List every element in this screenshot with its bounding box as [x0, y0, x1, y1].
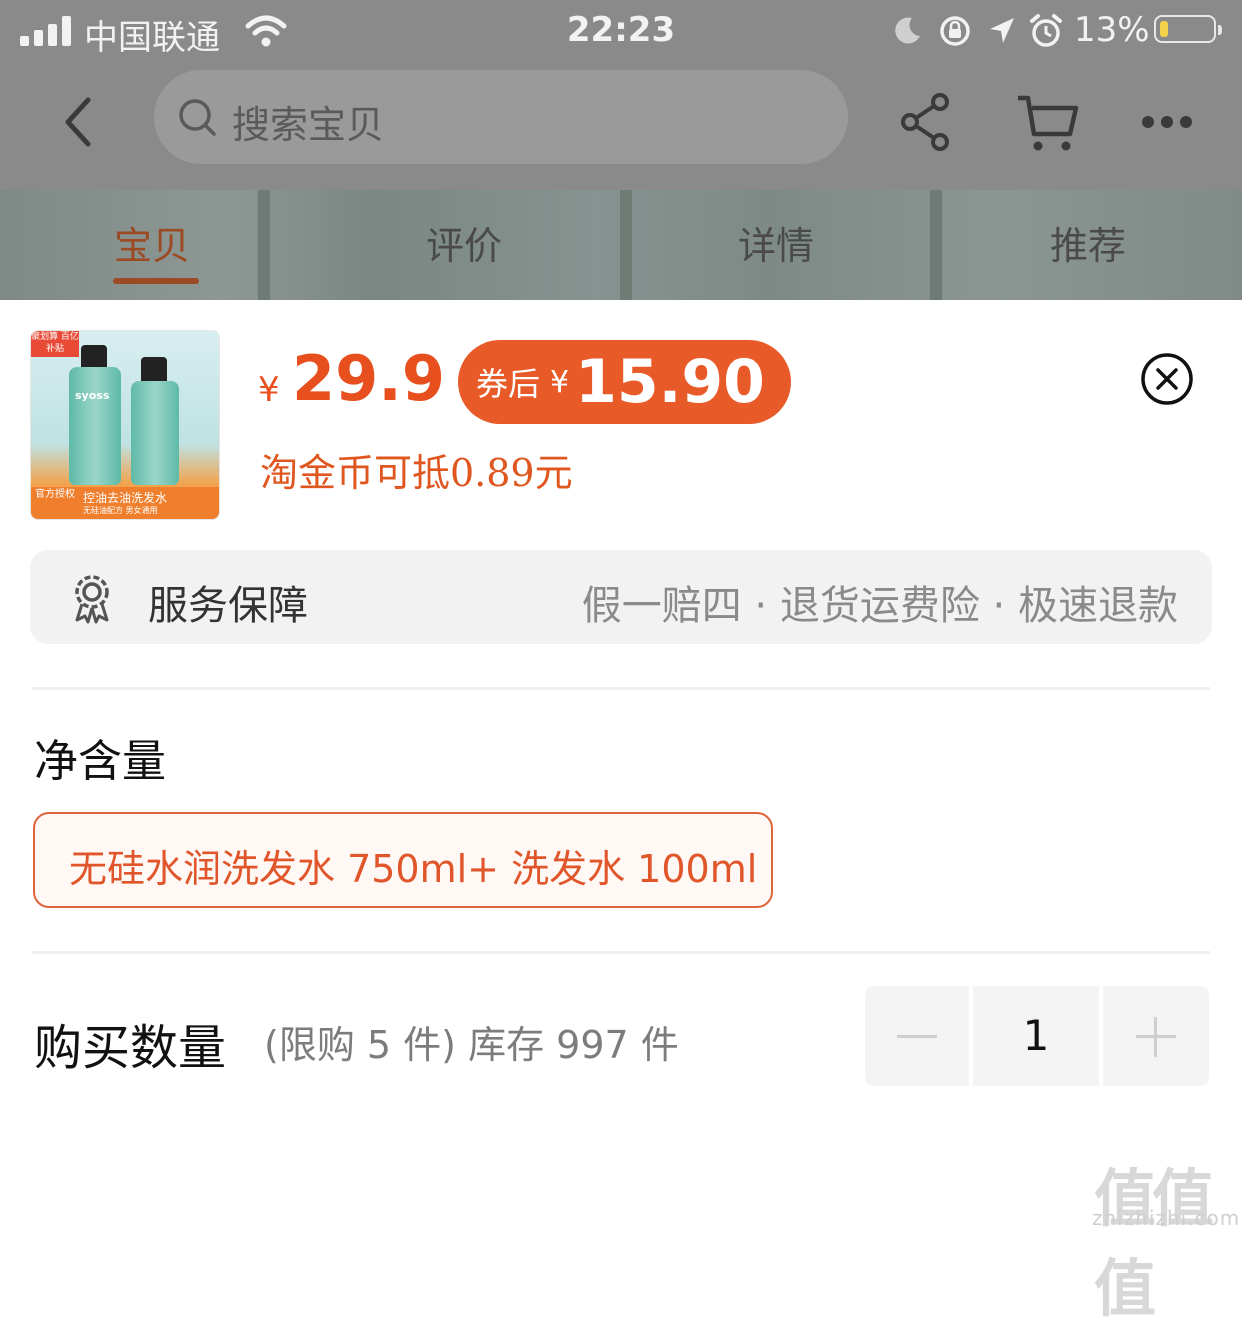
bottle-image	[131, 381, 179, 485]
spec-option-label: 无硅水润洗发水 750ml+ 洗发水 100ml	[69, 847, 758, 891]
product-thumbnail[interactable]: 聚划算 百亿补贴 syoss 官方授权 控油去油洗发水 无硅油配方 男女通用	[30, 330, 220, 520]
minus-icon	[897, 1035, 937, 1038]
tab-recommend[interactable]: 推荐	[1050, 215, 1126, 270]
coupon-price-badge: 券后 ¥15.90	[458, 340, 791, 424]
tab-bar: 宝贝 评价 详情 推荐	[0, 215, 1242, 295]
more-icon[interactable]	[1140, 112, 1194, 132]
share-icon[interactable]	[898, 92, 954, 152]
search-icon	[179, 99, 216, 136]
status-bar: 中国联通 22:23 13%	[0, 0, 1242, 64]
currency-symbol: ¥	[258, 370, 280, 410]
decrease-button[interactable]	[865, 986, 969, 1086]
thumbnail-auth: 官方授权	[35, 489, 75, 500]
spec-title: 净含量	[34, 736, 166, 787]
rotation-lock-icon	[940, 16, 970, 46]
do-not-disturb-icon	[895, 17, 920, 44]
spec-option-selected[interactable]: 无硅水润洗发水 750ml+ 洗发水 100ml	[33, 812, 773, 908]
coupon-price: 15.90	[575, 347, 765, 417]
quantity-value[interactable]: 1	[973, 986, 1099, 1086]
thumbnail-caption: 控油去油洗发水	[83, 491, 168, 505]
divider	[32, 687, 1210, 690]
coupon-currency: ¥	[550, 364, 570, 400]
watermark-url: zhizhizhi.com	[1092, 1206, 1241, 1230]
bottle-image	[69, 367, 121, 485]
thumbnail-brand: syoss	[75, 389, 110, 402]
alarm-icon	[1030, 14, 1062, 47]
service-title: 服务保障	[148, 583, 308, 629]
quantity-title: 购买数量	[34, 1020, 227, 1076]
quantity-limit: (限购 5 件) 库存 997 件	[264, 1023, 679, 1067]
tab-baobei[interactable]: 宝贝	[114, 215, 190, 270]
tab-reviews[interactable]: 评价	[426, 215, 502, 270]
watermark-logo: 值值值	[1094, 1162, 1214, 1325]
coupon-label: 券后	[476, 365, 541, 403]
back-icon[interactable]	[52, 92, 112, 152]
close-icon[interactable]	[1140, 352, 1194, 406]
badge-icon	[75, 575, 109, 624]
service-guarantee-row[interactable]: 服务保障 假一赔四 · 退货运费险 · 极速退款	[30, 550, 1212, 644]
sku-sheet: 聚划算 百亿补贴 syoss 官方授权 控油去油洗发水 无硅油配方 男女通用 ¥…	[0, 300, 1242, 1325]
search-placeholder: 搜索宝贝	[232, 103, 385, 147]
nav-bar: 搜索宝贝	[0, 68, 1242, 178]
tab-details[interactable]: 详情	[738, 215, 814, 270]
battery-percent: 13%	[1074, 10, 1150, 50]
price: 29.9	[292, 342, 445, 415]
quantity-stepper: 1	[865, 986, 1209, 1086]
active-tab-indicator	[113, 278, 199, 284]
location-icon	[990, 18, 1014, 43]
cart-icon[interactable]	[1014, 92, 1080, 154]
service-description: 假一赔四 · 退货运费险 · 极速退款	[581, 583, 1178, 629]
battery-icon	[1154, 15, 1222, 43]
thumbnail-subcaption: 无硅油配方 男女通用	[83, 506, 158, 515]
dimmed-page-background: 中国联通 22:23 13% 搜索宝贝 宝贝 评价 详情 推荐	[0, 0, 1242, 300]
coin-discount-note: 淘金币可抵0.89元	[260, 451, 573, 495]
increase-button[interactable]	[1103, 986, 1209, 1086]
divider	[32, 951, 1210, 954]
thumbnail-badge: 聚划算 百亿补贴	[31, 331, 79, 357]
search-input[interactable]: 搜索宝贝	[154, 70, 848, 164]
